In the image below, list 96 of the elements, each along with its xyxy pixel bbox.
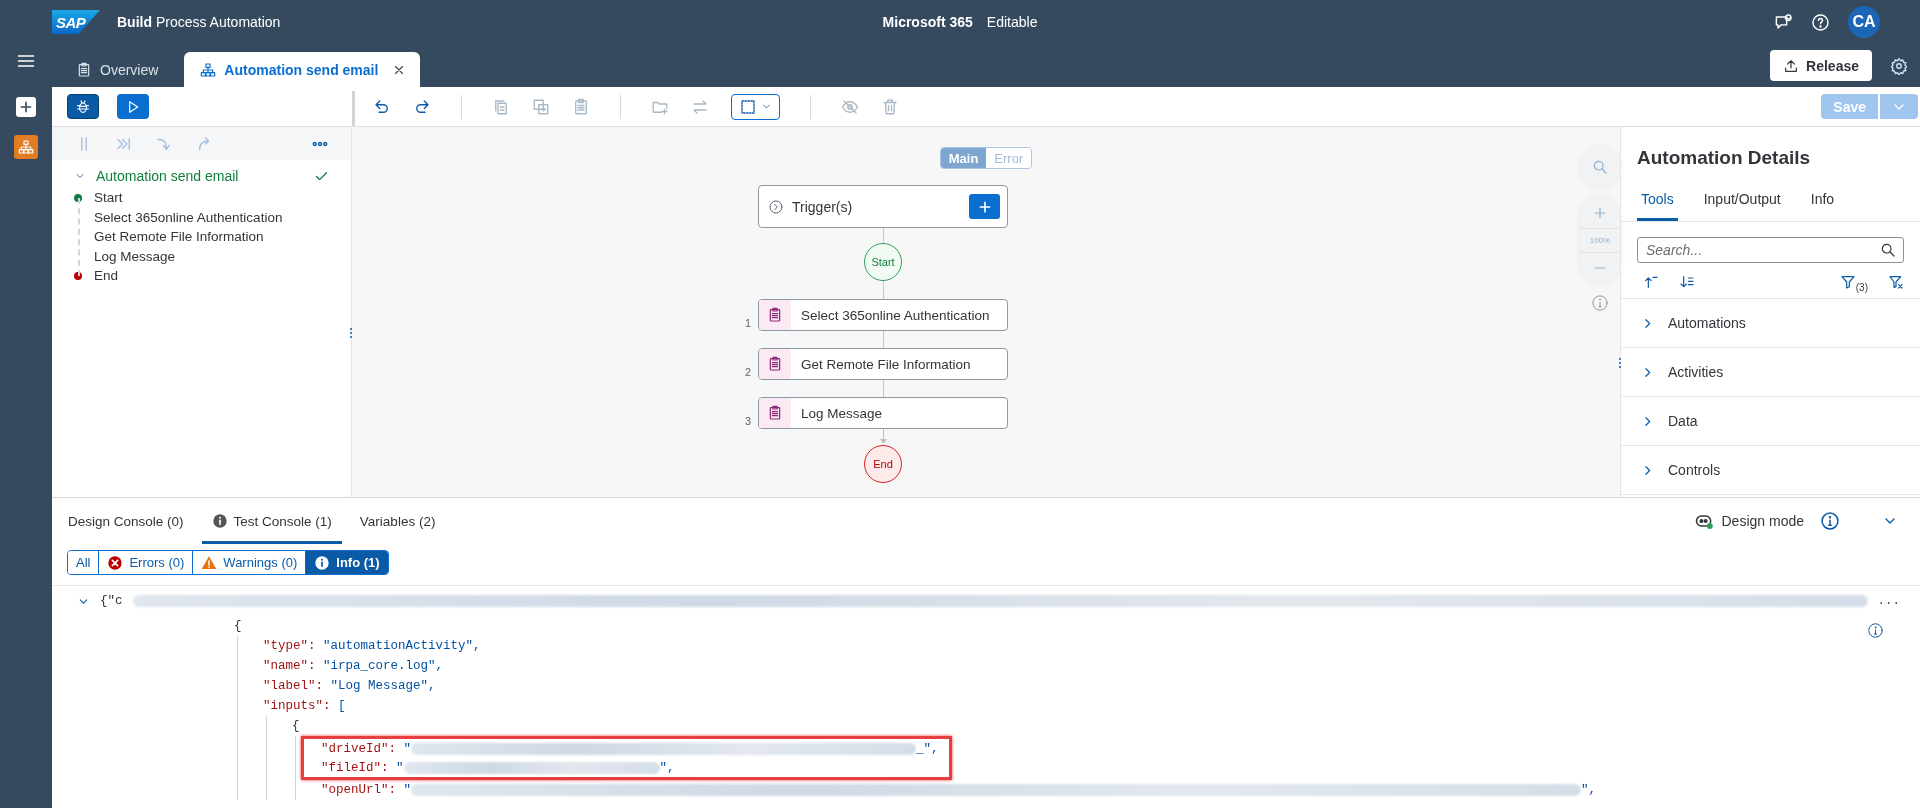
code-value: "irpa_core.log", [323,659,444,673]
code-key: "name": [263,659,323,673]
debug-button[interactable] [67,94,99,119]
release-button[interactable]: Release [1770,50,1872,81]
resize-handle[interactable] [1618,357,1622,369]
editor-tab[interactable]: Automation send email [184,52,421,87]
clipboard-icon [767,307,783,323]
selection-icon [739,97,757,116]
info-icon [211,513,228,529]
upload-icon [1783,57,1800,74]
log-filter-button[interactable]: All [68,551,100,574]
search-field[interactable]: Search... [1637,237,1904,263]
code-key: "driveId": [321,741,404,756]
tool-section[interactable]: Automations [1621,299,1920,348]
code-value: " [396,760,404,775]
chevron-circle-icon [768,198,784,215]
step-number: 1 [745,317,752,329]
step-number: 3 [745,415,752,427]
trigger-label: Trigger(s) [792,198,853,215]
clipboard-icon [767,405,783,421]
product-title: Build Process Automation [117,14,281,30]
trigger-box[interactable]: Trigger(s) [758,185,1008,228]
code-key: "openUrl": [321,783,404,797]
plus-icon [18,99,34,115]
feedback-icon[interactable] [1774,12,1793,32]
outline-step[interactable]: Select 365online Authentication [94,209,283,225]
settings-icon[interactable] [1890,56,1908,75]
filter-count: (3) [1855,281,1868,293]
code-text: { [292,719,300,733]
console-tab[interactable]: Design Console (0) [58,498,194,544]
code-key: "fileId": [321,760,396,775]
edit-mode-label: Editable [986,14,1038,30]
outline-step[interactable]: End [94,268,119,284]
add-button[interactable] [16,97,36,117]
code-value: " [403,741,412,756]
code-value: ", [1581,783,1597,797]
redo-icon[interactable] [413,97,431,116]
code-value: "automationActivity", [323,639,481,653]
help-icon[interactable] [1811,12,1830,32]
code-value: "Log Message", [330,679,436,693]
info-icon[interactable] [1820,511,1840,531]
console-tab[interactable]: Variables (2) [349,498,446,544]
clipboard-icon [767,356,783,372]
search-icon [1592,159,1608,175]
code-value: ", [659,760,675,775]
sort-descending-icon[interactable] [1679,273,1695,290]
code-value: " [403,783,412,797]
design-mode-label: Design mode [1721,513,1804,529]
panel-tab[interactable]: Info [1806,177,1839,221]
connector-arrow [878,429,888,445]
start-node[interactable]: Start [864,243,902,281]
tool-section[interactable]: Activities [1621,348,1920,397]
clear-filter-icon[interactable] [1888,273,1904,290]
code-key: "label": [263,679,331,693]
search-icon[interactable] [1880,242,1896,258]
ellipsis-text: ... [1877,594,1901,608]
end-node[interactable]: End [864,445,902,483]
hierarchy-icon [200,61,217,78]
add-trigger-button[interactable] [969,194,1000,219]
status-dot [74,271,82,280]
log-filter-button[interactable]: Info (1) [306,551,388,574]
outline-step[interactable]: Get Remote File Information [94,229,264,245]
hierarchy-icon [18,139,34,155]
info-icon[interactable] [1867,622,1884,639]
clipboard-icon [76,61,92,78]
editor-tab[interactable]: Overview [68,52,175,87]
selection-dropdown[interactable] [731,93,780,120]
panel-tab[interactable]: Tools [1637,177,1678,221]
bug-icon [75,98,91,115]
console-tab[interactable]: Test Console (1) [201,498,342,544]
user-avatar[interactable]: CA [1848,6,1880,38]
outline-title[interactable]: Automation send email [96,168,239,184]
process-button[interactable] [14,135,38,159]
error-icon [107,554,124,571]
project-name: Microsoft 365 [882,14,973,30]
run-button[interactable] [117,94,149,119]
outline-step[interactable]: Log Message [94,248,176,264]
log-summary: {"c [100,594,123,608]
info-icon [314,554,331,571]
code-value: _", [916,741,939,756]
code-text: { [234,619,242,633]
tool-section[interactable]: Controls [1621,446,1920,495]
panel-title: Automation Details [1636,146,1812,170]
sap-logo: SAP [52,10,100,34]
status-dot [74,193,82,202]
code-value: [ [338,699,346,713]
undo-icon[interactable] [373,97,391,116]
resize-handle[interactable] [349,327,353,339]
warning-icon [201,554,218,571]
filter-icon[interactable] [1839,273,1856,290]
panel-tab[interactable]: Input/Output [1699,177,1785,221]
outline-step[interactable]: Start [94,190,123,206]
code-key: "type": [263,639,323,653]
tool-section[interactable]: Data [1621,397,1920,446]
step-number: 2 [745,366,752,378]
code-key: "inputs": [263,699,338,713]
